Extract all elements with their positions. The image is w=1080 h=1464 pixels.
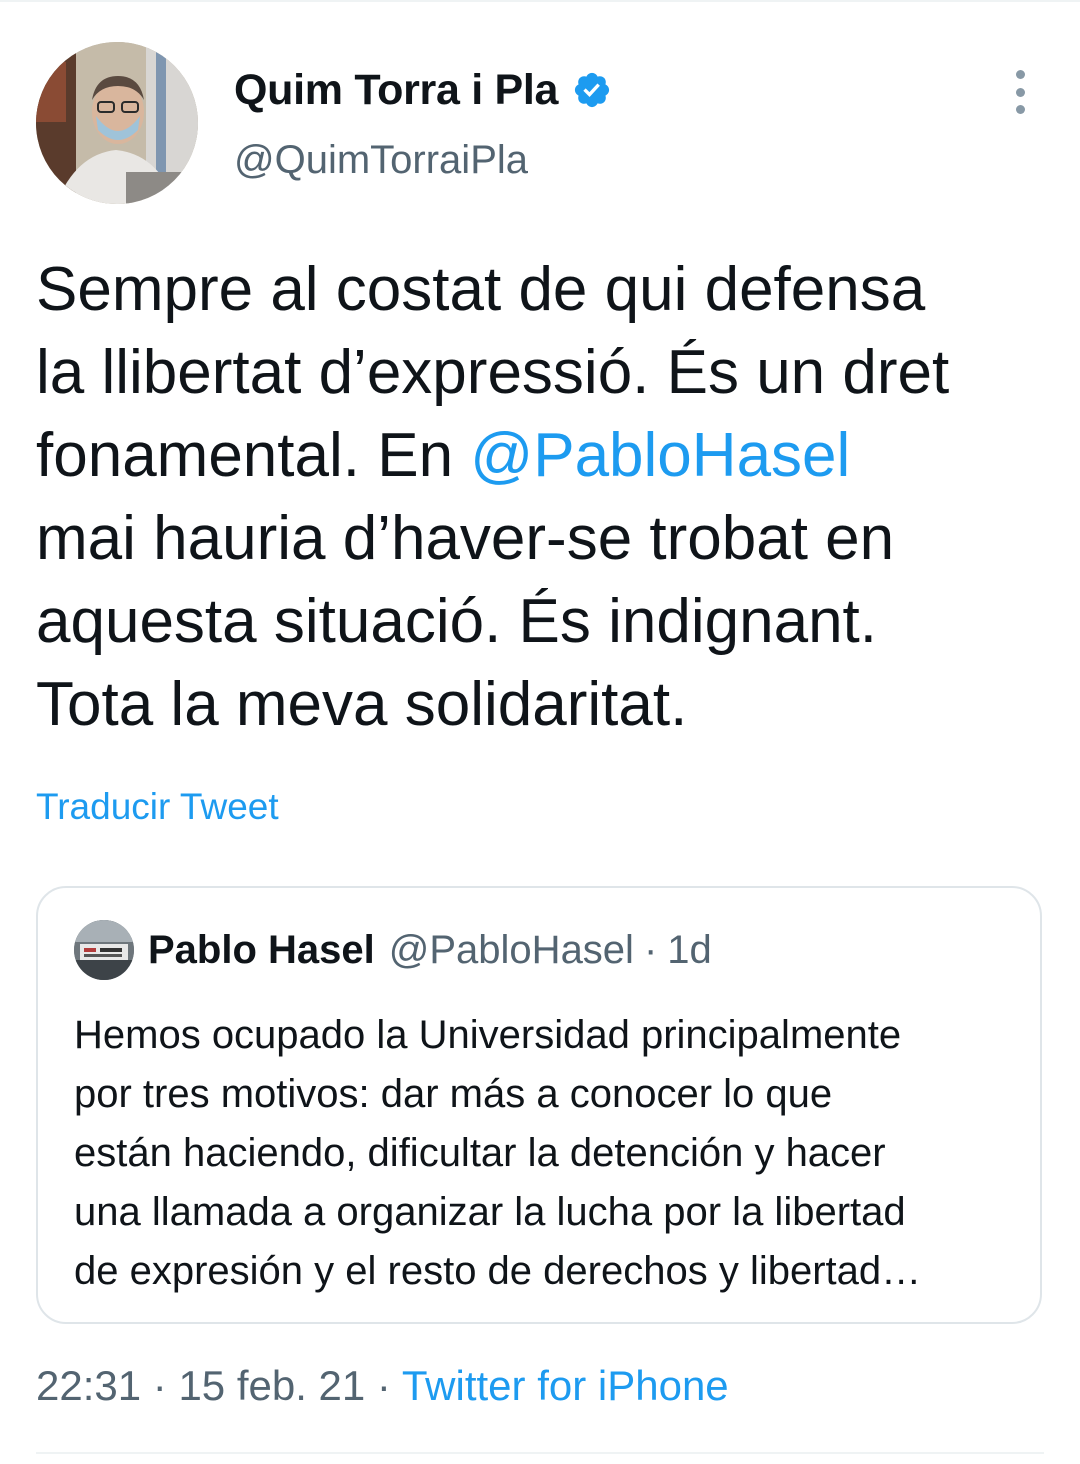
tweet-line-text: fonamental. En <box>36 421 471 490</box>
display-name-row: Quim Torra i Pla <box>234 62 612 118</box>
quoted-line: Hemos ocupado la Universidad principalme… <box>74 1013 902 1057</box>
tweet-date[interactable]: 15 feb. 21 <box>178 1362 365 1409</box>
quoted-tweet-text: Hemos ocupado la Universidad principalme… <box>74 1006 1024 1301</box>
quoted-line: una llamada a organizar la lucha por la … <box>74 1190 906 1234</box>
tweet-source-link[interactable]: Twitter for iPhone <box>402 1362 729 1409</box>
more-dot <box>1015 70 1025 79</box>
quoted-tweet-card[interactable]: Pablo Hasel @PabloHasel · 1d Hemos ocupa… <box>36 886 1042 1324</box>
author-display-name[interactable]: Quim Torra i Pla <box>234 66 558 115</box>
tweet-header: Quim Torra i Pla @QuimTorraiPla <box>36 42 1046 206</box>
tweet-text: Sempre al costat de qui defensa la llibe… <box>36 248 1046 746</box>
quoted-line: están haciendo, dificultar la detención … <box>74 1131 886 1175</box>
quoted-handle: @PabloHasel <box>388 927 634 972</box>
author-avatar[interactable] <box>36 42 198 204</box>
more-dot <box>1015 87 1025 97</box>
more-dot <box>1015 105 1025 114</box>
quoted-timestamp: 1d <box>667 927 712 972</box>
tweet-line: la llibertat d’expressió. És un dret <box>36 338 950 407</box>
author-handle[interactable]: @QuimTorraiPla <box>234 138 612 183</box>
bottom-divider <box>36 1452 1044 1454</box>
quoted-tweet-header: Pablo Hasel @PabloHasel · 1d <box>74 918 712 982</box>
mention-link[interactable]: @PabloHasel <box>470 421 850 490</box>
tweet-time[interactable]: 22:31 <box>36 1362 141 1409</box>
tweet-line: aquesta situació. És indignant. <box>36 587 877 656</box>
meta-separator: · <box>141 1362 179 1409</box>
meta-separator: · <box>365 1362 402 1409</box>
quoted-line: por tres motivos: dar más a conocer lo q… <box>74 1072 833 1116</box>
quoted-display-name: Pablo Hasel <box>148 927 375 972</box>
quoted-line: de expresión y el resto de derechos y li… <box>74 1249 922 1293</box>
quoted-avatar-image <box>74 920 134 980</box>
quoted-author-avatar <box>74 920 134 980</box>
tweet-line: Tota la meva solidaritat. <box>36 670 688 739</box>
tweet-metadata: 22:31 · 15 feb. 21 · Twitter for iPhone <box>36 1362 729 1410</box>
verified-badge-icon <box>572 70 612 110</box>
quoted-separator: · <box>643 927 658 972</box>
tweet-line: mai hauria d’haver-se trobat en <box>36 504 895 573</box>
translate-tweet-link[interactable]: Traducir Tweet <box>36 786 279 828</box>
top-divider <box>0 0 1080 2</box>
tweet-line: fonamental. En @PabloHasel <box>36 414 1046 497</box>
more-options-icon[interactable] <box>1008 70 1032 114</box>
tweet-line: Sempre al costat de qui defensa <box>36 255 926 324</box>
author-names: Quim Torra i Pla @QuimTorraiPla <box>234 62 612 183</box>
avatar-image <box>36 42 198 204</box>
